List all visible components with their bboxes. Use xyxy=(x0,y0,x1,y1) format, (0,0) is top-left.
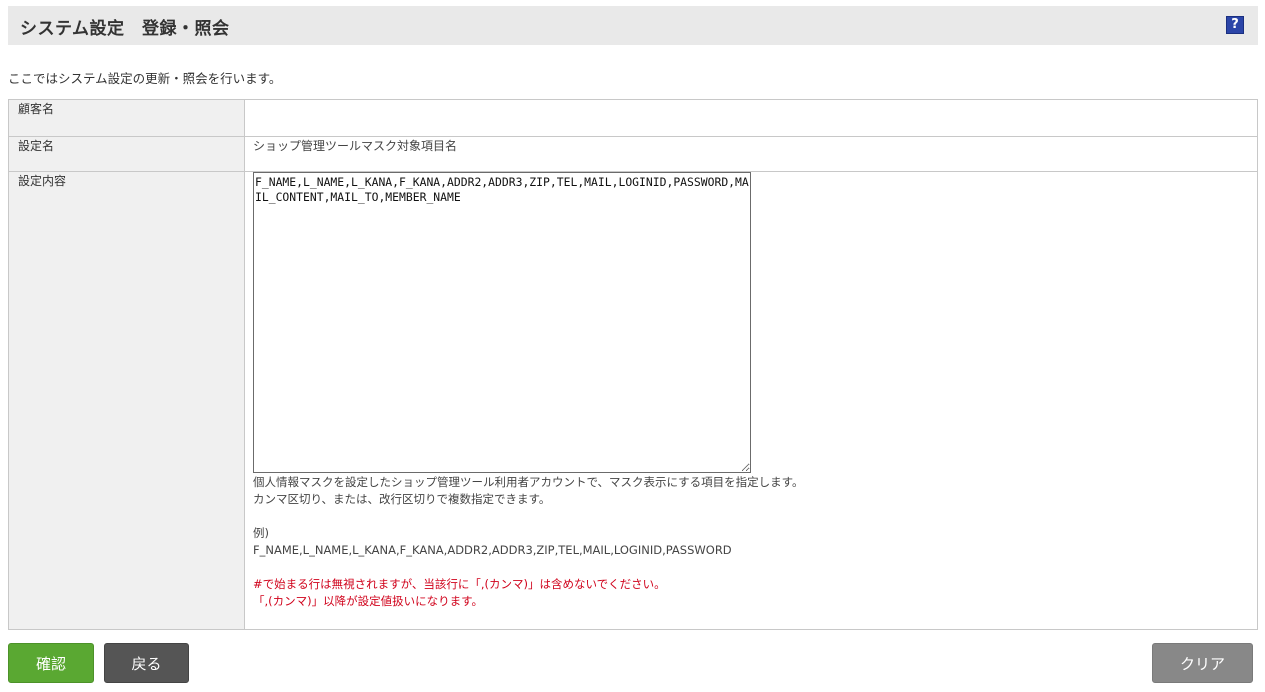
setting-help-text: 個人情報マスクを設定したショップ管理ツール利用者アカウントで、マスク表示にする項… xyxy=(253,474,1249,610)
form-row-customer: 顧客名 xyxy=(8,99,1258,137)
form-row-setting-content: 設定内容 F_NAME,L_NAME,L_KANA,F_KANA,ADDR2,A… xyxy=(8,171,1258,630)
back-button[interactable]: 戻る xyxy=(104,643,189,683)
form-row-setting-name: 設定名 ショップ管理ツールマスク対象項目名 xyxy=(8,136,1258,172)
confirm-button[interactable]: 確認 xyxy=(8,643,94,683)
customer-name-value xyxy=(244,99,1258,137)
warning-line: 「,(カンマ)」以降が設定値扱いになります。 xyxy=(253,594,483,608)
setting-name-label: 設定名 xyxy=(8,136,245,172)
help-line: 個人情報マスクを設定したショップ管理ツール利用者アカウントで、マスク表示にする項… xyxy=(253,475,804,489)
setting-value-textarea[interactable]: F_NAME,L_NAME,L_KANA,F_KANA,ADDR2,ADDR3,… xyxy=(253,172,751,473)
settings-form-table: 顧客名 設定名 ショップ管理ツールマスク対象項目名 設定内容 F_NAME,L_… xyxy=(8,99,1258,630)
customer-name-label: 顧客名 xyxy=(8,99,245,137)
setting-name-value: ショップ管理ツールマスク対象項目名 xyxy=(244,136,1258,172)
setting-content-label: 設定内容 xyxy=(8,171,245,630)
page-description: ここではシステム設定の更新・照会を行います。 xyxy=(8,71,282,86)
warning-line: #で始まる行は無視されますが、当該行に「,(カンマ)」は含めないでください。 xyxy=(253,577,666,591)
help-line: カンマ区切り、または、改行区切りで複数指定できます。 xyxy=(253,492,551,506)
example-value: F_NAME,L_NAME,L_KANA,F_KANA,ADDR2,ADDR3,… xyxy=(253,543,732,557)
clear-button[interactable]: クリア xyxy=(1152,643,1253,683)
setting-content-cell: F_NAME,L_NAME,L_KANA,F_KANA,ADDR2,ADDR3,… xyxy=(244,171,1258,630)
page-title: システム設定 登録・照会 xyxy=(20,19,230,39)
example-label: 例) xyxy=(253,526,269,540)
page-header: システム設定 登録・照会 ? xyxy=(8,6,1258,45)
help-icon[interactable]: ? xyxy=(1226,16,1244,34)
